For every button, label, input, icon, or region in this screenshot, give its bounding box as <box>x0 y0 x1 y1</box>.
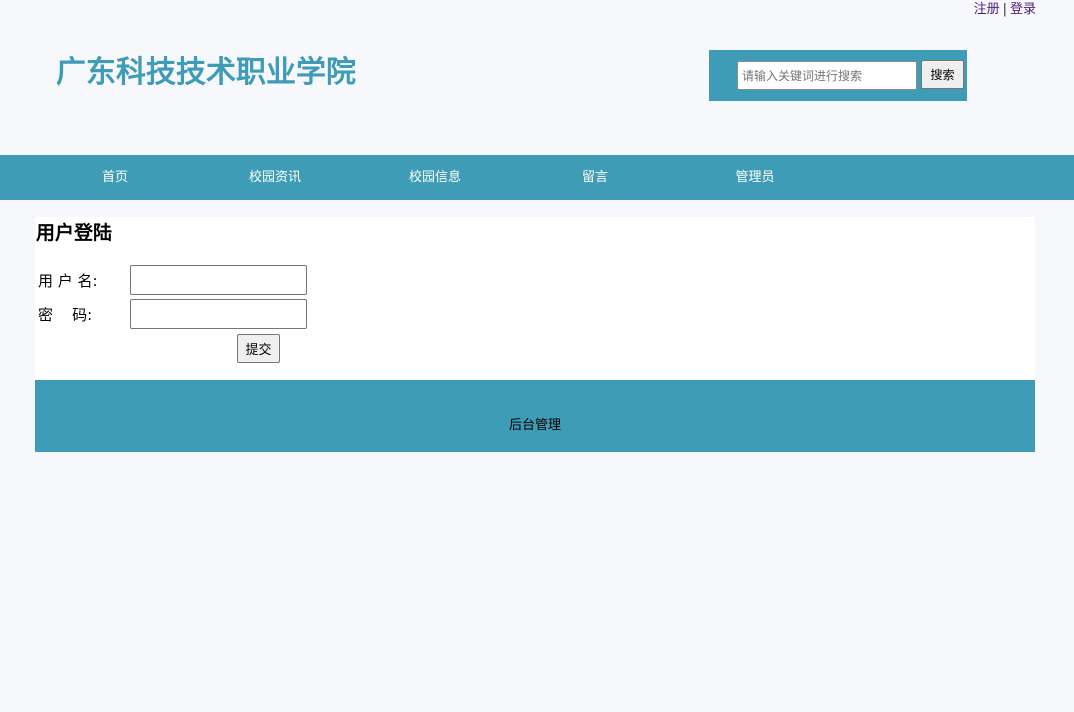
login-link[interactable]: 登录 <box>1010 2 1036 17</box>
main-nav: 首页 校园资讯 校园信息 留言 管理员 <box>0 155 1074 200</box>
password-input[interactable] <box>130 299 307 329</box>
password-label: 密 码: <box>38 306 93 324</box>
login-title: 用户登陆 <box>36 222 113 244</box>
search-input[interactable] <box>737 61 917 90</box>
register-link[interactable]: 注册 <box>974 2 1000 17</box>
username-input[interactable] <box>130 265 307 295</box>
username-label: 用 户 名: <box>38 272 98 290</box>
nav-item-admin[interactable]: 管理员 <box>695 155 815 200</box>
site-title: 广东科技技术职业学院 <box>56 55 356 90</box>
footer: 后台管理 <box>35 380 1035 452</box>
login-panel: 用户登陆 用 户 名: 密 码: 提交 <box>35 217 1035 380</box>
search-box: 搜索 <box>709 50 967 101</box>
admin-backend-link[interactable]: 后台管理 <box>35 417 1035 435</box>
nav-item-campus-info[interactable]: 校园信息 <box>375 155 495 200</box>
submit-button[interactable]: 提交 <box>237 334 280 363</box>
nav-item-messages[interactable]: 留言 <box>535 155 655 200</box>
auth-links: 注册 | 登录 <box>974 1 1036 19</box>
search-button[interactable]: 搜索 <box>921 60 964 89</box>
nav-item-home[interactable]: 首页 <box>55 155 175 200</box>
nav-item-campus-news[interactable]: 校园资讯 <box>215 155 335 200</box>
auth-separator: | <box>1002 2 1007 17</box>
